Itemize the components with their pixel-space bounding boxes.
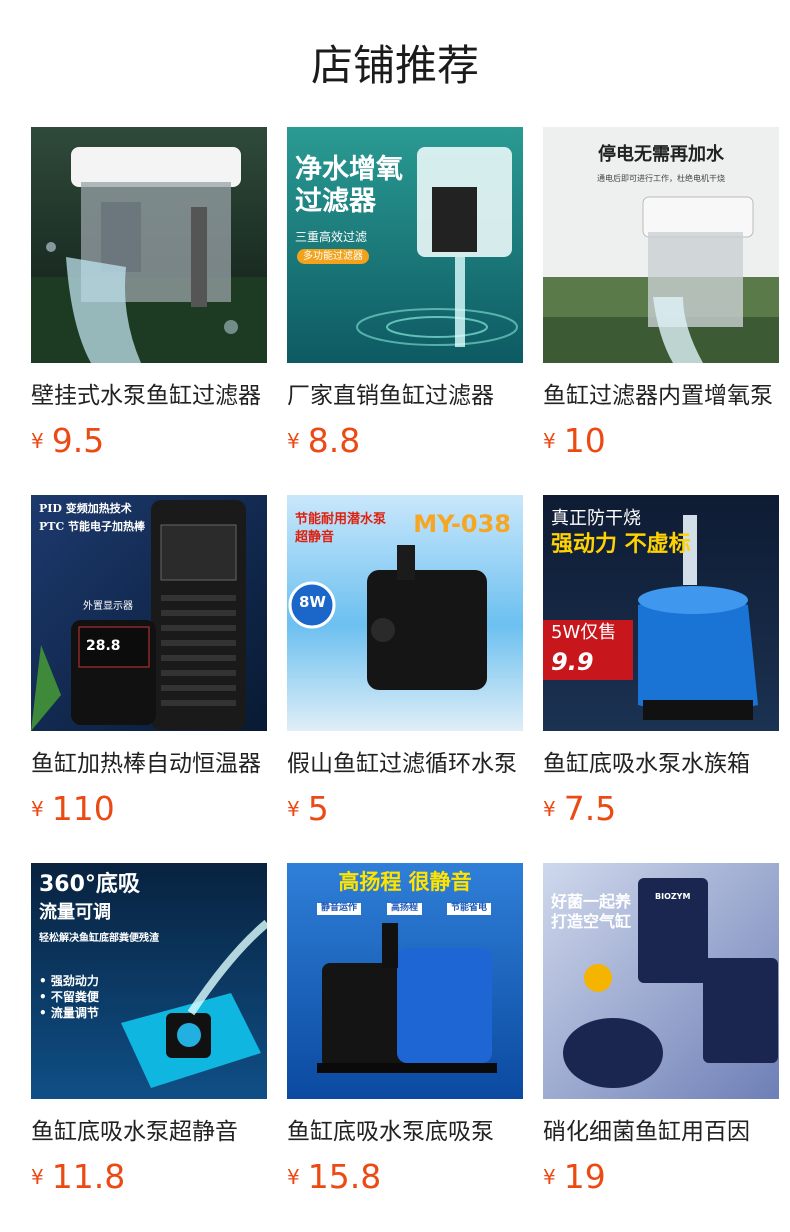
product-card[interactable]: 净水增氧 过滤器 三重高效过滤 多功能过滤器 厂家直销鱼缸过滤器 ¥8.8 <box>287 127 523 495</box>
currency-symbol: ¥ <box>31 1165 44 1189</box>
promo-price: 9.9 <box>551 648 594 676</box>
feature-item: • 强劲动力 <box>39 974 99 988</box>
feature-tag: 高扬程 <box>387 903 423 915</box>
product-name[interactable]: 壁挂式水泵鱼缸过滤器 <box>31 381 267 411</box>
currency-symbol: ¥ <box>543 1165 556 1189</box>
currency-symbol: ¥ <box>287 429 300 453</box>
product-price: ¥5 <box>287 789 523 835</box>
product-card[interactable]: PID 变频加热技术 PTC 节能电子加热棒 外置显示器 28.8 鱼缸加热棒自… <box>31 495 267 863</box>
product-price: ¥7.5 <box>543 789 779 835</box>
price-value: 110 <box>51 789 115 828</box>
product-name[interactable]: 鱼缸底吸水泵超静音 <box>31 1117 267 1147</box>
product-name[interactable]: 鱼缸过滤器内置增氧泵 <box>543 381 779 411</box>
image-headline: 真正防干烧 <box>551 508 641 529</box>
currency-symbol: ¥ <box>31 429 44 453</box>
product-name[interactable]: 鱼缸底吸水泵水族箱 <box>543 749 779 779</box>
page-title: 店铺推荐 <box>310 41 479 90</box>
product-name[interactable]: 厂家直销鱼缸过滤器 <box>287 381 523 411</box>
product-card[interactable]: 真正防干烧 强动力 不虚标 5W仅售 9.9 鱼缸底吸水泵水族箱 ¥7.5 <box>543 495 779 863</box>
price-value: 19 <box>563 1157 606 1196</box>
product-card[interactable]: 360°底吸 流量可调 轻松解决鱼缸底部粪便残渣 • 强劲动力 • 不留粪便 •… <box>31 863 267 1231</box>
image-headline: 强动力 不虚标 <box>551 532 691 557</box>
currency-symbol: ¥ <box>31 797 44 821</box>
image-headline: 流量可调 <box>39 902 111 923</box>
image-tag: 多功能过滤器 <box>297 249 369 264</box>
feature-item: • 流量调节 <box>39 1006 99 1020</box>
product-grid: 壁挂式水泵鱼缸过滤器 ¥9.5 净水增氧 过滤器 三重高效过滤 多功能过滤器 厂… <box>31 127 779 1231</box>
image-headline: PTC 节能电子加热棒 <box>39 520 146 533</box>
high-lift-pump-image <box>287 863 523 1099</box>
product-card[interactable]: 停电无需再加水 通电后即可进行工作，杜绝电机干烧 鱼缸过滤器内置增氧泵 ¥10 <box>543 127 779 495</box>
product-price: ¥10 <box>543 421 779 467</box>
image-headline: 过滤器 <box>295 186 376 217</box>
price-value: 10 <box>563 421 606 460</box>
product-image[interactable] <box>31 127 267 363</box>
product-image[interactable]: 好菌一起养 打造空气缸 BIOZYM <box>543 863 779 1099</box>
product-image[interactable]: 停电无需再加水 通电后即可进行工作，杜绝电机干烧 <box>543 127 779 363</box>
feature-item: • 不留粪便 <box>39 990 99 1004</box>
image-headline: 打造空气缸 <box>551 912 632 931</box>
product-name[interactable]: 假山鱼缸过滤循环水泵 <box>287 749 523 779</box>
promo-text: 5W仅售 <box>551 622 617 643</box>
image-subtext: 通电后即可进行工作，杜绝电机干烧 <box>597 174 725 183</box>
image-headline: 高扬程 很静音 <box>338 870 472 894</box>
image-headline: 净水增氧 <box>295 154 403 185</box>
currency-symbol: ¥ <box>543 429 556 453</box>
product-image[interactable]: 高扬程 很静音 静音运作 高扬程 节能省电 <box>287 863 523 1099</box>
model-number: MY-038 <box>413 510 511 538</box>
product-price: ¥8.8 <box>287 421 523 467</box>
currency-symbol: ¥ <box>287 797 300 821</box>
bottom-suction-pump-image <box>543 495 779 731</box>
image-headline: PID 变频加热技术 <box>39 502 132 515</box>
product-image[interactable]: 360°底吸 流量可调 轻松解决鱼缸底部粪便残渣 • 强劲动力 • 不留粪便 •… <box>31 863 267 1099</box>
product-card[interactable]: 壁挂式水泵鱼缸过滤器 ¥9.5 <box>31 127 267 495</box>
price-value: 9.5 <box>51 421 105 460</box>
wattage-badge: 8W <box>299 593 326 611</box>
product-image[interactable]: 节能耐用潜水泵 超静音 MY-038 8W <box>287 495 523 731</box>
price-value: 11.8 <box>51 1157 126 1196</box>
display-readout: 28.8 <box>86 638 121 654</box>
feature-tag: 静音运作 <box>317 903 362 915</box>
brand-label: BIOZYM <box>655 892 691 901</box>
product-card[interactable]: 高扬程 很静音 静音运作 高扬程 节能省电 鱼缸底吸水泵底吸泵 ¥15.8 <box>287 863 523 1231</box>
product-image[interactable]: PID 变频加热技术 PTC 节能电子加热棒 外置显示器 28.8 <box>31 495 267 731</box>
product-card[interactable]: 好菌一起养 打造空气缸 BIOZYM 硝化细菌鱼缸用百因 ¥19 <box>543 863 779 1231</box>
price-value: 7.5 <box>563 789 617 828</box>
price-value: 15.8 <box>307 1157 382 1196</box>
hang-on-filter-image <box>31 127 267 363</box>
price-value: 8.8 <box>307 421 361 460</box>
product-price: ¥11.8 <box>31 1157 267 1203</box>
product-name[interactable]: 硝化细菌鱼缸用百因 <box>543 1117 779 1147</box>
product-price: ¥110 <box>31 789 267 835</box>
product-price: ¥15.8 <box>287 1157 523 1203</box>
product-price: ¥9.5 <box>31 421 267 467</box>
product-image[interactable]: 净水增氧 过滤器 三重高效过滤 多功能过滤器 <box>287 127 523 363</box>
image-headline: 360°底吸 <box>39 872 140 897</box>
image-label: 外置显示器 <box>83 601 133 612</box>
price-value: 5 <box>307 789 329 828</box>
currency-symbol: ¥ <box>287 1165 300 1189</box>
product-name[interactable]: 鱼缸加热棒自动恒温器 <box>31 749 267 779</box>
image-headline: 停电无需再加水 <box>598 144 724 165</box>
product-image[interactable]: 真正防干烧 强动力 不虚标 5W仅售 9.9 <box>543 495 779 731</box>
product-price: ¥19 <box>543 1157 779 1203</box>
image-subtext: 三重高效过滤 <box>295 230 368 244</box>
product-name[interactable]: 鱼缸底吸水泵底吸泵 <box>287 1117 523 1147</box>
feature-tag: 节能省电 <box>447 903 492 915</box>
image-subtext: 轻松解决鱼缸底部粪便残渣 <box>39 933 159 944</box>
product-card[interactable]: 节能耐用潜水泵 超静音 MY-038 8W 假山鱼缸过滤循环水泵 ¥5 <box>287 495 523 863</box>
currency-symbol: ¥ <box>543 797 556 821</box>
